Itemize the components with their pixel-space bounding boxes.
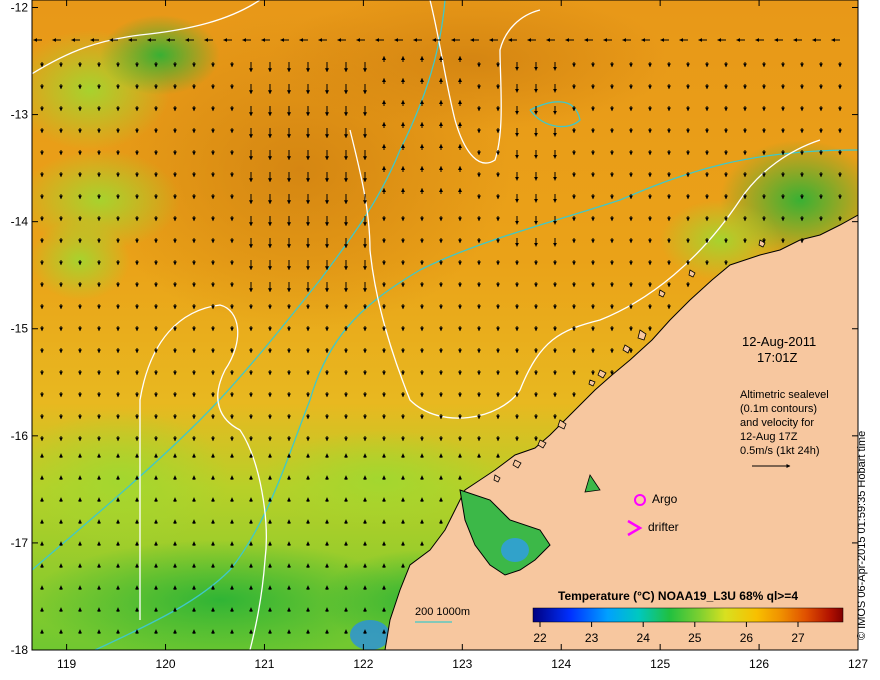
time-label: 17:01Z: [757, 350, 798, 365]
sst-map: Argo drifter 12-Aug-2011 17:01Z Altimetr…: [11, 0, 868, 671]
x-tick-label: 123: [452, 657, 472, 671]
y-tick-label: -15: [11, 322, 29, 336]
colorbar-title: Temperature (°C) NOAA19_L3U 68% ql>=4: [558, 589, 798, 603]
x-tick-label: 126: [749, 657, 769, 671]
info-line-3: and velocity for: [740, 417, 814, 429]
bathy-legend-label: 200 1000m: [415, 606, 470, 618]
colorbar-tick-label: 23: [585, 631, 599, 645]
y-tick-label: -13: [11, 108, 29, 122]
argo-label: Argo: [652, 492, 678, 506]
colorbar-tick-label: 26: [740, 631, 754, 645]
x-tick-label: 125: [650, 657, 670, 671]
info-line-5: 0.5m/s (1kt 24h): [740, 445, 819, 457]
colorbar: [532, 607, 844, 623]
credit-text: © IMOS 06-Apr-2015 01:59:35 Hobart time: [856, 430, 868, 640]
y-tick-label: -18: [11, 643, 29, 657]
colorbar-tick-label: 24: [637, 631, 651, 645]
drifter-label: drifter: [648, 520, 679, 534]
x-tick-label: 120: [156, 657, 176, 671]
y-tick-label: -14: [11, 215, 29, 229]
colorbar-tick-label: 22: [533, 631, 547, 645]
info-line-4: 12-Aug 17Z: [740, 431, 798, 443]
x-tick-label: 121: [254, 657, 274, 671]
y-tick-label: -17: [11, 536, 29, 550]
colorbar-tick-label: 25: [688, 631, 702, 645]
x-tick-label: 127: [848, 657, 868, 671]
x-tick-label: 119: [57, 657, 76, 671]
info-line-2: (0.1m contours): [740, 403, 817, 415]
colorbar-tick-label: 27: [791, 631, 805, 645]
x-tick-label: 124: [551, 657, 571, 671]
y-tick-label: -16: [11, 429, 29, 443]
info-line-1: Altimetric sealevel: [740, 389, 829, 401]
date-label: 12-Aug-2011: [742, 334, 816, 349]
y-tick-label: -12: [11, 0, 29, 14]
x-tick-label: 122: [353, 657, 373, 671]
